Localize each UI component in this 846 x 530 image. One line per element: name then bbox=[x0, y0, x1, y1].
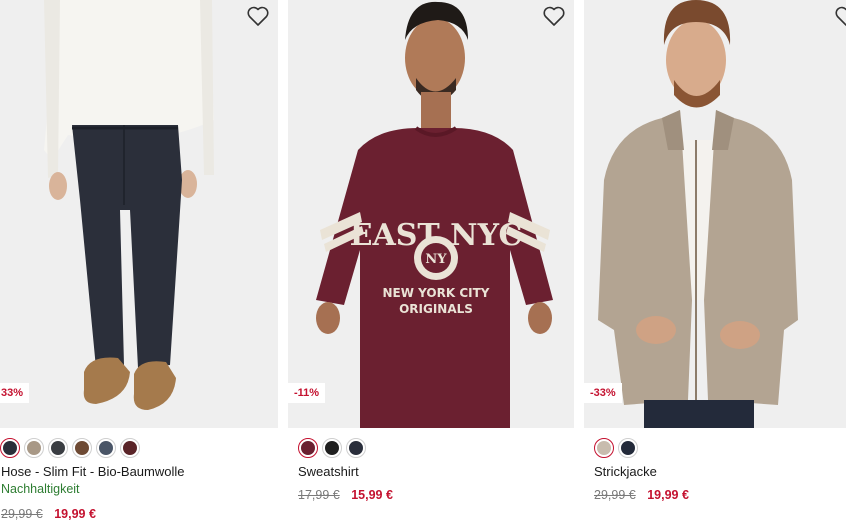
heart-outline-icon[interactable] bbox=[542, 5, 568, 29]
old-price: 29,99 € bbox=[594, 488, 636, 502]
color-swatch[interactable] bbox=[322, 438, 342, 458]
discount-badge: -11% bbox=[288, 383, 326, 403]
old-price: 17,99 € bbox=[298, 488, 340, 502]
color-swatch[interactable] bbox=[618, 438, 638, 458]
print-originals: ORIGINALS bbox=[399, 302, 473, 316]
price-row: 29,99 € 19,99 € bbox=[594, 488, 689, 502]
color-swatch[interactable] bbox=[72, 438, 92, 458]
color-swatch[interactable] bbox=[298, 438, 318, 458]
sustainability-label: Nachhaltigkeit bbox=[1, 482, 80, 496]
old-price: 29,99 € bbox=[1, 507, 43, 521]
print-ny-logo: NY bbox=[425, 252, 447, 267]
product-image[interactable]: 33% bbox=[0, 0, 278, 428]
heart-outline-icon[interactable] bbox=[246, 5, 272, 29]
product-card[interactable]: EAST NYC NY NEW YORK CITY ORIGINALS -11%… bbox=[288, 0, 574, 530]
color-swatches bbox=[298, 438, 366, 458]
product-card[interactable]: -33% Strickjacke 29,99 € 19,99 € bbox=[584, 0, 846, 530]
product-card[interactable]: 33% Hose - Slim Fit - Bio-Baumwolle Nach… bbox=[0, 0, 278, 530]
product-name[interactable]: Sweatshirt bbox=[298, 464, 359, 479]
color-swatch[interactable] bbox=[594, 438, 614, 458]
product-image[interactable]: -33% bbox=[584, 0, 846, 428]
product-image[interactable]: EAST NYC NY NEW YORK CITY ORIGINALS -11% bbox=[288, 0, 574, 428]
print-new-york-city: NEW YORK CITY bbox=[383, 286, 490, 300]
product-name[interactable]: Hose - Slim Fit - Bio-Baumwolle bbox=[1, 464, 185, 479]
discount-badge: -33% bbox=[584, 383, 622, 403]
color-swatches bbox=[0, 438, 140, 458]
discount-badge: 33% bbox=[0, 383, 30, 403]
price-row: 17,99 € 15,99 € bbox=[298, 488, 393, 502]
color-swatches bbox=[594, 438, 638, 458]
color-swatch[interactable] bbox=[96, 438, 116, 458]
product-name[interactable]: Strickjacke bbox=[594, 464, 657, 479]
color-swatch[interactable] bbox=[120, 438, 140, 458]
color-swatch[interactable] bbox=[0, 438, 20, 458]
color-swatch[interactable] bbox=[346, 438, 366, 458]
sale-price: 19,99 € bbox=[647, 488, 689, 502]
price-row: 29,99 € 19,99 € bbox=[1, 507, 96, 521]
heart-outline-icon[interactable] bbox=[834, 5, 846, 29]
color-swatch[interactable] bbox=[48, 438, 68, 458]
color-swatch[interactable] bbox=[24, 438, 44, 458]
sale-price: 15,99 € bbox=[351, 488, 393, 502]
sale-price: 19,99 € bbox=[54, 507, 96, 521]
